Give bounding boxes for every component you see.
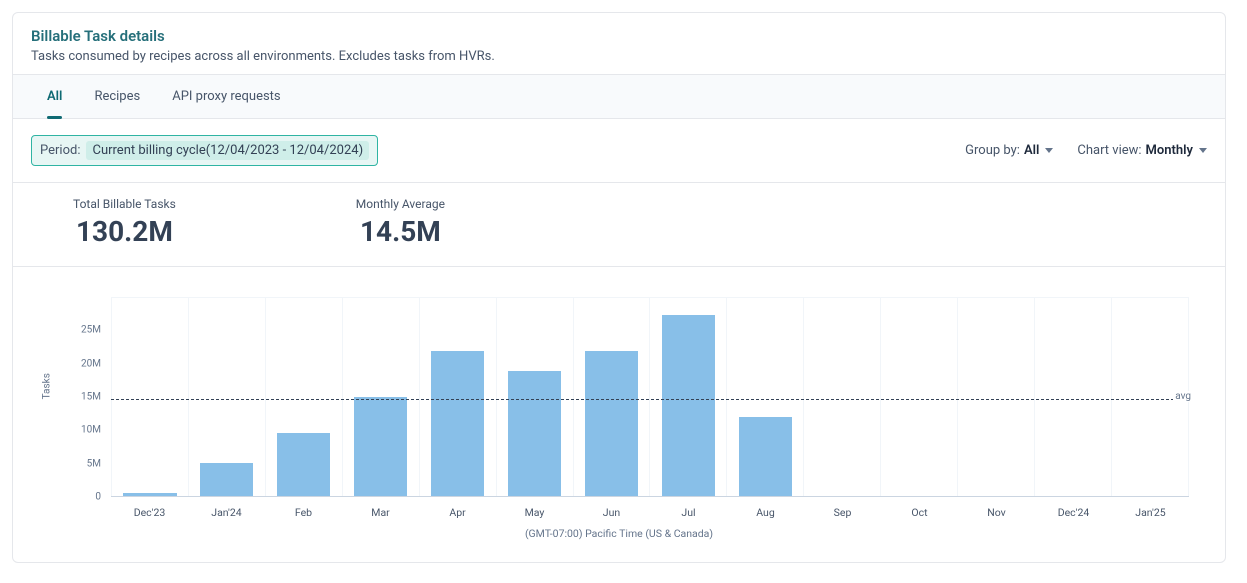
- x-tick-label: Jan'24: [188, 506, 265, 519]
- stat-average: Monthly Average 14.5M: [356, 197, 445, 248]
- average-line: avg: [111, 399, 1189, 400]
- bars-container: [111, 297, 1189, 497]
- card-header: Billable Task details Tasks consumed by …: [13, 13, 1225, 74]
- period-label: Period:: [40, 143, 80, 158]
- stat-average-value: 14.5M: [356, 215, 445, 248]
- bar[interactable]: [431, 351, 484, 496]
- bar[interactable]: [354, 397, 407, 496]
- bar-slot: [188, 297, 265, 497]
- y-tick-label: 25M: [81, 325, 101, 336]
- chevron-down-icon: [1045, 148, 1053, 153]
- stats-row: Total Billable Tasks 130.2M Monthly Aver…: [13, 183, 1225, 267]
- stat-average-label: Monthly Average: [356, 197, 445, 211]
- x-tick-label: Jun: [573, 506, 650, 519]
- bar-slot: [1034, 297, 1111, 497]
- controls-bar: Period: Current billing cycle(12/04/2023…: [13, 119, 1225, 183]
- bar[interactable]: [739, 417, 792, 496]
- card-subtitle: Tasks consumed by recipes across all env…: [31, 49, 1207, 64]
- plot-area: avg: [111, 297, 1189, 497]
- average-tag: avg: [1173, 391, 1193, 402]
- tabs: All Recipes API proxy requests: [13, 74, 1225, 119]
- stat-total-label: Total Billable Tasks: [73, 197, 176, 211]
- x-axis-labels: Dec'23Jan'24FebMarAprMayJunJulAugSepOctN…: [111, 506, 1189, 519]
- billable-task-card: Billable Task details Tasks consumed by …: [12, 12, 1226, 563]
- bar-slot: [880, 297, 957, 497]
- bar[interactable]: [277, 433, 330, 496]
- chart-view-label: Chart view:: [1077, 143, 1141, 158]
- tab-all[interactable]: All: [31, 75, 78, 118]
- y-tick-label: 10M: [81, 425, 101, 436]
- group-by-value: All: [1024, 143, 1039, 158]
- y-tick-label: 20M: [81, 358, 101, 369]
- y-tick-label: 0: [95, 492, 101, 503]
- x-tick-label: Oct: [881, 506, 958, 519]
- bar-slot: [265, 297, 342, 497]
- bar[interactable]: [200, 463, 253, 496]
- x-tick-label: Jan'25: [1112, 506, 1189, 519]
- tab-recipes[interactable]: Recipes: [78, 75, 156, 118]
- stat-total-value: 130.2M: [73, 215, 176, 248]
- bar-slot: [957, 297, 1034, 497]
- x-tick-label: Aug: [727, 506, 804, 519]
- x-tick-label: Dec'24: [1035, 506, 1112, 519]
- bar-slot: [649, 297, 726, 497]
- period-selector[interactable]: Period: Current billing cycle(12/04/2023…: [31, 135, 378, 166]
- chart-view-dropdown[interactable]: Chart view: Monthly: [1077, 143, 1207, 158]
- x-tick-label: Apr: [419, 506, 496, 519]
- bar[interactable]: [662, 315, 715, 497]
- x-tick-label: Mar: [342, 506, 419, 519]
- chevron-down-icon: [1199, 148, 1207, 153]
- x-tick-label: Jul: [650, 506, 727, 519]
- x-tick-label: May: [496, 506, 573, 519]
- bar-slot: [111, 297, 188, 497]
- chart: Tasks 0 5M 10M 15M 20M 25M avg Dec'23Jan'24Fe…: [13, 267, 1225, 562]
- chart-view-value: Monthly: [1146, 143, 1193, 158]
- y-tick-label: 15M: [81, 392, 101, 403]
- x-tick-label: Sep: [804, 506, 881, 519]
- bar-slot: [419, 297, 496, 497]
- tab-api-proxy-requests[interactable]: API proxy requests: [156, 75, 296, 118]
- x-tick-label: Nov: [958, 506, 1035, 519]
- group-by-dropdown[interactable]: Group by: All: [965, 143, 1053, 158]
- y-axis: 05M10M15M20M25M: [77, 297, 107, 497]
- timezone-note: (GMT-07:00) Pacific Time (US & Canada): [31, 527, 1207, 554]
- x-axis-baseline: [111, 496, 1189, 497]
- bar-slot: [342, 297, 419, 497]
- right-controls: Group by: All Chart view: Monthly: [965, 143, 1207, 158]
- card-title: Billable Task details: [31, 27, 1207, 45]
- bar-slot: [726, 297, 803, 497]
- y-axis-title: Tasks: [42, 373, 53, 399]
- bar-slot: [573, 297, 650, 497]
- bar-slot: [496, 297, 573, 497]
- bar[interactable]: [585, 351, 638, 496]
- y-tick-label: 5M: [87, 458, 101, 469]
- group-by-label: Group by:: [965, 143, 1020, 158]
- stat-total: Total Billable Tasks 130.2M: [73, 197, 176, 248]
- period-value: Current billing cycle(12/04/2023 - 12/04…: [86, 141, 369, 160]
- x-tick-label: Dec'23: [111, 506, 188, 519]
- bar-slot: [803, 297, 880, 497]
- x-tick-label: Feb: [265, 506, 342, 519]
- bar[interactable]: [508, 371, 561, 496]
